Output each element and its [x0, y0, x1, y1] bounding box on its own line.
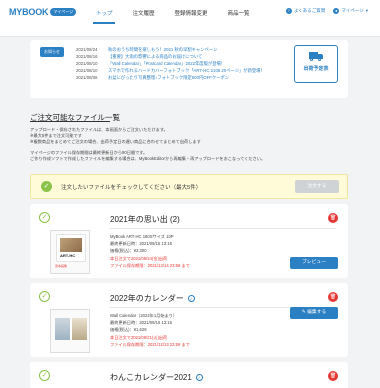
- select-checkbox[interactable]: ✓: [39, 370, 50, 381]
- artbook-cover-image: ART-HC: [57, 235, 85, 261]
- section-description: アップロード・保存されたファイルは、本画面からご注文いただけます。 ※最大5件ま…: [30, 127, 350, 162]
- save-deadline: ファイル保存期限：2021/12/13 23:59 まで: [110, 341, 190, 347]
- file-title-text: 2022年のカレンダー: [110, 294, 184, 303]
- notice-date: 2021/08/06: [76, 75, 98, 81]
- file-title-text: わんこカレンダー2021: [110, 373, 192, 382]
- site-header: MYBOOK マイページ トップ 注文履歴 登録情報変更 商品一覧 ? よくある…: [0, 0, 380, 37]
- notice-link[interactable]: 【重要】大雨の影響による商品のお届けについて: [108, 53, 202, 60]
- notice-date: 2021/08/10: [76, 68, 98, 74]
- divider: [110, 228, 336, 229]
- nav-item-profile[interactable]: 登録情報変更: [175, 9, 208, 23]
- notice-link[interactable]: 「Wall Calendar」「Postcard Calendar」2022年度…: [108, 60, 225, 67]
- notice-badge: お知らせ: [40, 47, 64, 57]
- preview-button[interactable]: プレビュー: [290, 257, 338, 269]
- edit-icon: ✓: [187, 295, 195, 302]
- select-checkbox[interactable]: ✓: [39, 291, 50, 302]
- last-updated: 最終更新日時：2021/09/15 13:15: [110, 241, 172, 247]
- notice-link[interactable]: スマホで作れるハードカバーフォトブック「ART-HC 2105 20ページ」が新…: [108, 67, 265, 74]
- thumb-title: ART-HC: [60, 253, 76, 258]
- notice-item[interactable]: 2021/08/16 【重要】大雨の影響による商品のお届けについて: [76, 53, 276, 60]
- mypage-menu[interactable]: ● マイページ ▾: [333, 8, 368, 14]
- user-icon: ●: [333, 8, 340, 14]
- trash-icon[interactable]: 🗑: [328, 213, 338, 223]
- notice-link[interactable]: 秋のおうち時間を楽しもう！2021 秋の早割キャンペーン: [108, 46, 217, 53]
- ship-date: 本日注文で2021/09/24(金)出荷: [110, 255, 168, 261]
- main-nav: トップ 注文履歴 登録情報変更 商品一覧: [96, 9, 270, 23]
- save-deadline: ファイル保存期限：2021/12/14 23:59 まで: [110, 262, 190, 268]
- chevron-down-icon: ▾: [365, 8, 368, 13]
- logo-subtitle: マイページ: [50, 8, 77, 16]
- notice-list: 2021/08/24 秋のおうち時間を楽しもう！2021 秋の早割キャンペーン 2…: [76, 46, 276, 81]
- file-title: 2022年のカレンダー ✓: [110, 293, 195, 304]
- nav-item-order-history[interactable]: 注文履歴: [133, 9, 155, 23]
- section-underline: [30, 121, 110, 122]
- notice-panel: お知らせ 2021/08/24 秋のおうち時間を楽しもう！2021 秋の早割キャン…: [30, 40, 348, 98]
- notice-link[interactable]: お盆にぴったり写真整理♪フォトブック限定500円OFFクーポン: [108, 74, 229, 81]
- product-thumbnail: [50, 309, 90, 353]
- last-updated: 最終更新日時：2021/09/15 13:15: [110, 320, 172, 326]
- select-instruction: 注文したいファイルをチェックしてください（最大5件）: [61, 185, 202, 191]
- notice-date: 2021/08/10: [76, 61, 98, 67]
- notice-date: 2021/08/24: [76, 47, 98, 52]
- file-card: ✓ わんこカレンダー2021 ✓ 🗑: [30, 362, 348, 388]
- check-icon: ✓: [41, 181, 52, 192]
- select-checkbox[interactable]: ✓: [39, 212, 50, 223]
- notice-item[interactable]: 2021/08/10 「Wall Calendar」「Postcard Calen…: [76, 60, 276, 67]
- desc-line: ご作り作成ソフトで作成したファイルを編集する場合は、MyBookEditorから…: [30, 155, 266, 161]
- edit-icon: ✓: [195, 374, 203, 381]
- notice-date: 2021/08/16: [76, 54, 98, 60]
- nav-item-products[interactable]: 商品一覧: [228, 9, 250, 23]
- notice-item[interactable]: 2021/08/06 お盆にぴったり写真整理♪フォトブック限定500円OFFクーポ…: [76, 74, 276, 81]
- faq-label: よくあるご質問: [293, 8, 326, 13]
- mypage-label: マイページ: [341, 8, 364, 13]
- shipping-schedule-button[interactable]: 出荷予定表: [294, 45, 338, 83]
- notice-item[interactable]: 2021/08/24 秋のおうち時間を楽しもう！2021 秋の早割キャンペーン: [76, 46, 276, 53]
- logo[interactable]: MYBOOK マイページ: [9, 7, 77, 17]
- nav-item-top[interactable]: トップ: [96, 9, 113, 23]
- trash-icon[interactable]: 🗑: [328, 292, 338, 302]
- file-title-text: 2021年の思い出 (2): [110, 215, 180, 224]
- thumb-caption: 見本画像: [55, 264, 68, 268]
- notice-item[interactable]: 2021/08/10 スマホで作れるハードカバーフォトブック「ART-HC 210…: [76, 67, 276, 74]
- faq-link[interactable]: ? よくあるご質問: [285, 8, 326, 14]
- price: 価格(税込)：¥1,628: [110, 327, 147, 333]
- file-meta: Wall Calendar（2022年1月始まり） 最終更新日時：2021/09…: [110, 312, 190, 348]
- product-thumbnail: ART-HC 見本画像: [50, 230, 90, 274]
- edit-button[interactable]: ✎ 編集する: [290, 307, 338, 319]
- trash-icon[interactable]: 🗑: [328, 371, 338, 381]
- top-links: ? よくあるご質問 ● マイページ ▾: [278, 8, 368, 14]
- truck-icon: [309, 52, 323, 62]
- order-button[interactable]: 注文する: [295, 180, 339, 193]
- shipping-schedule-label: 出荷予定表: [303, 66, 329, 72]
- file-meta: MyBook ART-HC 180Sサイズ 10P 最終更新日時：2021/09…: [110, 233, 190, 269]
- edit-button-label: 編集する: [307, 310, 327, 315]
- file-card: ✓ ART-HC 見本画像 2021年の思い出 (2) 🗑 MyBook ART…: [30, 204, 348, 278]
- file-title: わんこカレンダー2021 ✓: [110, 372, 203, 383]
- logo-text: MYBOOK: [9, 7, 49, 17]
- select-files-bar: ✓ 注文したいファイルをチェックしてください（最大5件） 注文する: [30, 174, 348, 199]
- file-title: 2021年の思い出 (2): [110, 214, 180, 225]
- file-card: ✓ 2022年のカレンダー ✓ 🗑 Wall Calendar（2022年1月始…: [30, 283, 348, 357]
- product-spec: Wall Calendar（2022年1月始まり）: [110, 313, 178, 318]
- ship-date: 本日注文で2021/09/21(火)出荷: [110, 334, 168, 340]
- price: 価格(税込)：¥3,300: [110, 248, 147, 254]
- calendar-image: [55, 318, 87, 340]
- product-spec: MyBook ART-HC 180Sサイズ 10P: [110, 234, 174, 239]
- question-icon: ?: [285, 8, 292, 14]
